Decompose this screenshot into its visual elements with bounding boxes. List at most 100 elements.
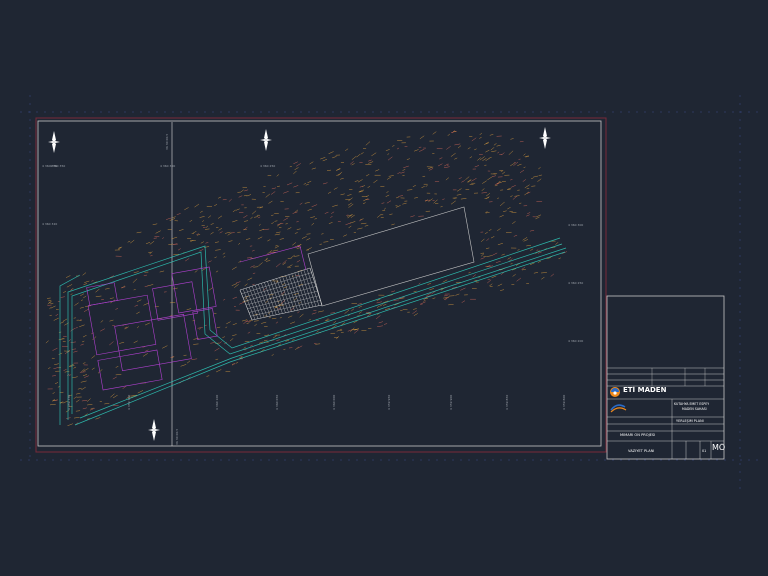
contour-segment xyxy=(143,302,149,306)
contour-segment xyxy=(469,156,473,159)
contour-segment xyxy=(229,338,234,342)
contour-segment xyxy=(171,236,178,240)
contour-segment xyxy=(282,260,287,264)
contour-segment xyxy=(132,278,138,283)
contour-segment xyxy=(50,302,54,305)
contour-segment xyxy=(271,187,277,190)
contour-segment xyxy=(429,288,435,290)
contour-segment xyxy=(497,228,501,231)
contour-segment xyxy=(507,257,512,260)
contour-segment xyxy=(497,197,500,199)
contour-segment xyxy=(258,262,263,266)
contour-segment xyxy=(79,371,86,373)
contour-segment xyxy=(388,175,394,177)
contour-segment xyxy=(246,194,252,197)
contour-segment xyxy=(432,297,436,299)
grid-label-right: 4 360 200 xyxy=(568,339,583,343)
contour-segment xyxy=(333,320,337,324)
contour-segment xyxy=(516,277,522,282)
contour-segment xyxy=(80,380,87,383)
contour-segment xyxy=(244,340,250,343)
contour-segment xyxy=(481,188,485,191)
contour-segment xyxy=(537,178,542,182)
contour-segment xyxy=(383,323,388,325)
grid-label-right: 4 360 250 xyxy=(568,281,583,285)
contour-segment xyxy=(271,317,277,320)
north-arrows xyxy=(48,127,551,441)
contour-segment xyxy=(558,257,561,260)
contour-segment xyxy=(387,153,390,155)
contour-segment xyxy=(526,244,532,247)
contour-segment xyxy=(253,320,259,322)
contour-segment xyxy=(245,238,251,240)
contour-segment xyxy=(491,175,497,177)
contour-segment xyxy=(199,327,201,330)
contour-segment xyxy=(83,295,87,299)
contour-segment xyxy=(285,223,288,225)
contour-segment xyxy=(496,144,501,147)
contour-segment xyxy=(420,301,426,305)
vertical-line-label: 36 30 00.5 xyxy=(175,429,179,445)
contour-segment xyxy=(460,287,466,291)
contour-segment xyxy=(482,180,487,184)
grid-label-left: 4 360 370 xyxy=(42,164,57,168)
contour-segment xyxy=(244,189,249,192)
contour-segment xyxy=(155,230,161,234)
contour-segment xyxy=(202,220,205,222)
contour-segment xyxy=(231,266,237,270)
contour-segment xyxy=(144,285,149,288)
contour-segment xyxy=(53,317,59,321)
contour-segment xyxy=(320,157,326,160)
contour-segment xyxy=(489,283,493,287)
contour-segment xyxy=(222,199,227,201)
contour-segment xyxy=(425,184,428,187)
contour-segment xyxy=(348,225,352,229)
contour-segment xyxy=(84,375,89,378)
contour-segment xyxy=(397,172,401,174)
contour-segment xyxy=(58,338,65,341)
contour-segment xyxy=(454,143,461,146)
contour-segment xyxy=(235,208,240,211)
contour-segment xyxy=(263,339,268,341)
grid-label-top: 4 360 250 xyxy=(260,164,275,168)
contour-segment xyxy=(101,299,104,301)
contour-segment xyxy=(503,210,507,212)
contour-segment xyxy=(497,283,503,287)
company-name: ETİ MADEN xyxy=(623,386,667,394)
contour-segment xyxy=(73,417,80,419)
grid-label-bottom: 4 359 900 xyxy=(449,395,453,410)
contour-segment xyxy=(523,153,526,156)
contour-segment xyxy=(386,200,392,204)
contour-segment xyxy=(83,368,89,372)
contour-segment xyxy=(64,370,70,373)
contour-segment xyxy=(247,331,251,334)
contour-segment xyxy=(73,366,77,369)
contour-segment xyxy=(71,348,77,350)
contour-segment xyxy=(474,148,477,151)
contour-segment xyxy=(50,305,56,309)
contour-segment xyxy=(232,209,236,212)
contour-segment xyxy=(513,161,516,164)
contour-segment xyxy=(258,224,261,226)
contour-segment xyxy=(145,322,150,326)
contour-segment xyxy=(455,293,460,296)
contour-segment xyxy=(379,304,383,307)
contour-segment xyxy=(340,177,344,180)
contour-segment xyxy=(310,216,315,218)
project-title-line1: KÜTAHYA EMET ESPEY xyxy=(674,402,710,406)
contour-segment xyxy=(275,245,278,247)
contour-segment xyxy=(45,340,49,344)
contour-segment xyxy=(296,221,299,223)
contour-segment xyxy=(109,341,114,346)
contour-segment xyxy=(265,260,271,262)
contour-segment xyxy=(529,229,535,232)
contour-segment xyxy=(457,145,462,149)
contour-segment xyxy=(347,202,352,206)
contour-segment xyxy=(400,171,405,174)
contour-segment xyxy=(133,340,138,344)
contour-segment xyxy=(291,275,294,277)
contour-segment xyxy=(526,214,530,217)
contour-segment xyxy=(259,206,263,209)
contour-segment xyxy=(465,176,470,180)
contour-segment xyxy=(344,309,350,314)
